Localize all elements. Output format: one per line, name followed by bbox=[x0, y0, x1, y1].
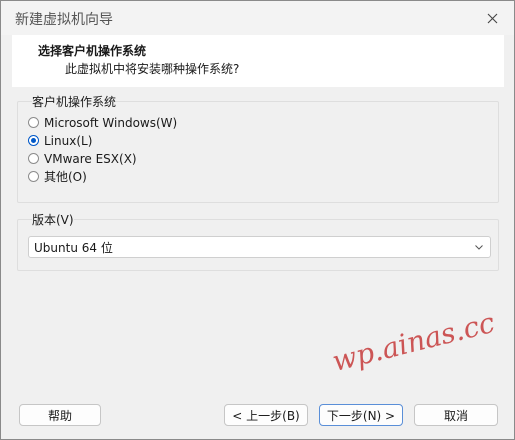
radio-label: Linux(L) bbox=[44, 133, 93, 148]
page-subtitle: 此虚拟机中将安装哪种操作系统? bbox=[65, 62, 240, 76]
next-button[interactable]: 下一步(N) > bbox=[319, 404, 403, 426]
version-group-label: 版本(V) bbox=[32, 211, 74, 228]
wizard-header: 选择客户机操作系统 此虚拟机中将安装哪种操作系统? bbox=[12, 35, 504, 88]
radio-option-linux[interactable]: Linux(L) bbox=[28, 132, 92, 149]
new-vm-wizard-window: 新建虚拟机向导 选择客户机操作系统 此虚拟机中将安装哪种操作系统? 客户机操作系… bbox=[0, 0, 515, 440]
window-title: 新建虚拟机向导 bbox=[15, 12, 113, 28]
title-bar: 新建虚拟机向导 bbox=[1, 1, 514, 35]
version-select-value: Ubuntu 64 位 bbox=[34, 240, 113, 255]
radio-button[interactable] bbox=[28, 153, 39, 164]
cancel-button[interactable]: 取消 bbox=[414, 404, 498, 426]
radio-label: Microsoft Windows(W) bbox=[44, 115, 178, 130]
wizard-footer: 帮助 < 上一步(B) 下一步(N) > 取消 bbox=[1, 389, 514, 439]
back-button[interactable]: < 上一步(B) bbox=[224, 404, 308, 426]
version-select[interactable]: Ubuntu 64 位 bbox=[28, 236, 491, 258]
radio-label: VMware ESX(X) bbox=[44, 151, 137, 166]
page-title: 选择客户机操作系统 bbox=[38, 44, 147, 58]
radio-option-vmware-esx[interactable]: VMware ESX(X) bbox=[28, 150, 137, 167]
chevron-down-icon bbox=[475, 245, 483, 250]
close-button[interactable] bbox=[478, 5, 506, 31]
radio-button[interactable] bbox=[28, 117, 39, 128]
radio-option-other[interactable]: 其他(O) bbox=[28, 168, 87, 185]
guest-os-group: 客户机操作系统 Microsoft Windows(W) Linux(L) VM… bbox=[17, 93, 499, 203]
radio-option-windows[interactable]: Microsoft Windows(W) bbox=[28, 114, 177, 131]
guest-os-group-label: 客户机操作系统 bbox=[32, 93, 117, 110]
radio-button[interactable] bbox=[28, 171, 39, 182]
close-icon bbox=[487, 13, 497, 23]
radio-label: 其他(O) bbox=[44, 170, 87, 184]
help-button[interactable]: 帮助 bbox=[19, 404, 101, 426]
version-group: 版本(V) Ubuntu 64 位 bbox=[17, 211, 499, 271]
radio-button-selected[interactable] bbox=[28, 135, 39, 146]
